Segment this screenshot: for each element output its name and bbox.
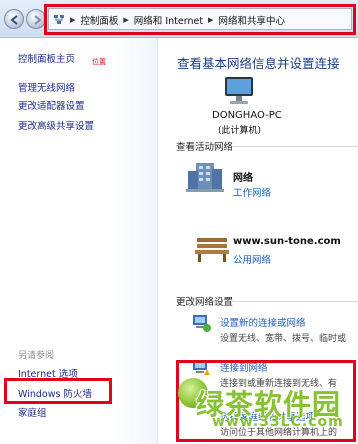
- computer-icon: [225, 77, 253, 104]
- network-type-work[interactable]: 工作网络: [233, 185, 271, 199]
- network-name-public: www.sun-tone.com: [233, 236, 341, 247]
- divider: [232, 301, 358, 302]
- computer-name: DONGHAO-PC: [212, 110, 282, 121]
- divider: [232, 146, 358, 147]
- highlight-box-breadcrumb: [44, 4, 356, 35]
- sidebar-control-panel-home[interactable]: 控制面板主页: [18, 51, 75, 65]
- network-name-work: 网络: [233, 173, 253, 184]
- annotation-label: 位置: [92, 58, 106, 66]
- see-also-heading: 另请参阅: [18, 351, 55, 361]
- active-networks-heading: 查看活动网络: [176, 142, 234, 153]
- sidebar-item-advanced-sharing[interactable]: 更改高级共享设置: [18, 118, 94, 132]
- new-connection-icon: [193, 315, 211, 332]
- sidebar-item-manage-wireless[interactable]: 管理无线网络: [18, 80, 75, 94]
- network-type-public[interactable]: 公用网络: [233, 252, 271, 266]
- back-arrow-icon: [10, 15, 18, 25]
- action-new-connection[interactable]: 设置新的连接或网络: [220, 315, 306, 329]
- work-network-icon: [186, 163, 224, 192]
- change-settings-heading: 更改网络设置: [176, 297, 234, 308]
- sidebar-item-adapter-settings[interactable]: 更改适配器设置: [18, 98, 85, 112]
- action-new-connection-desc: 设置无线、宽带、拨号、临时或: [220, 334, 347, 344]
- computer-subtitle: (此计算机): [218, 126, 262, 136]
- watermark-url: www.33LC.com: [212, 414, 344, 430]
- forward-button[interactable]: [26, 9, 46, 29]
- forward-arrow-icon: [34, 15, 42, 25]
- public-network-bench-icon: [195, 238, 229, 262]
- see-also-homegroup[interactable]: 家庭组: [18, 405, 47, 419]
- back-button[interactable]: [4, 9, 24, 29]
- highlight-box-firewall: [4, 378, 112, 404]
- page-title: 查看基本网络信息并设置连接: [177, 56, 340, 71]
